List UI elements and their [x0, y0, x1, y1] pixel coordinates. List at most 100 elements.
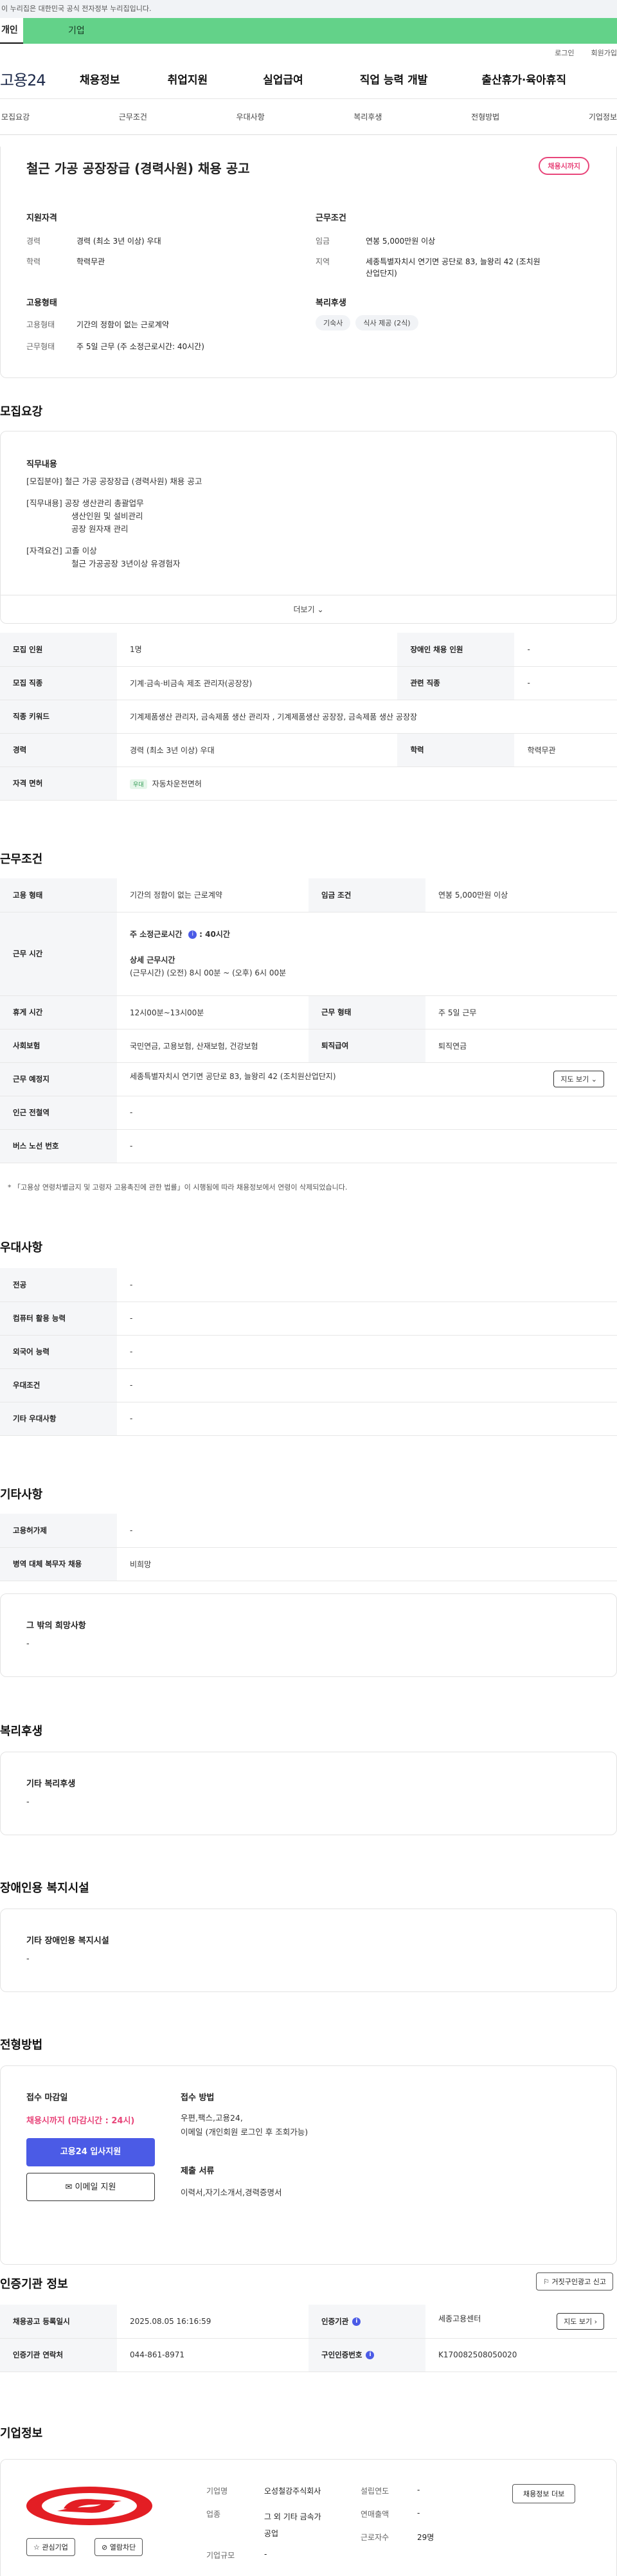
table-row: 전공 -	[0, 1268, 617, 1302]
welfare-section-heading: 복리후생	[0, 1725, 43, 1738]
gnb-item-vocational-training[interactable]: 직업 능력 개발	[360, 71, 428, 87]
recruit-table: 모집 인원 1명 장애인 채용 인원 - 모집 직종 기계·금속·비금속 제조 관리자…	[0, 633, 617, 801]
table-row: 근무 예정지 세종특별자치시 연기면 공단로 83, 늘왕리 42 (조치원산업…	[0, 1062, 617, 1096]
table-row: 채용공고 등록일시 2025.08.05 16:16:59 인증기관 i 세종고용센…	[0, 2305, 617, 2339]
apply-card: 접수 마감일 채용시까지 (마감시간 : 24시) 고용24 입사지원 ✉ 이메…	[0, 2065, 617, 2265]
mail-icon: ✉	[65, 2182, 73, 2192]
deadline-value: 채용시까지 (마감시간 : 24시)	[26, 2116, 135, 2126]
job-title: 철근 가공 공장장급 (경력사원) 채용 공고	[26, 161, 250, 176]
conditions-table: 고용 형태 기간의 정함이 없는 근로계약 임금 조건 연봉 5,000만원 이상 …	[0, 878, 617, 1163]
table-row: 직종 키워드 기계제품생산 관리자, 금속제품 생산 관리자 , 기계제품생산 공…	[0, 700, 617, 734]
other-wishes-card: 그 밖의 희망사항 -	[0, 1593, 617, 1677]
map-button[interactable]: 지도 보기 ⌄	[553, 1071, 604, 1087]
anchor-preference[interactable]: 우대사항	[237, 111, 265, 122]
table-row: 경력 경력 (최소 3년 이상) 우대 학력 학력무관	[0, 733, 617, 767]
chevron-down-icon: ⌄	[591, 1075, 597, 1084]
gnb-item-unemployment-benefit[interactable]: 실업급여	[263, 71, 303, 87]
table-row: 휴게 시간 12시00분~13시00분 근무 형태 주 5일 근무	[0, 995, 617, 1029]
star-icon: ☆	[33, 2543, 40, 2552]
table-row: 컴퓨터 활용 능력 -	[0, 1302, 617, 1336]
gnb-item-employment-support[interactable]: 취업지원	[168, 71, 208, 87]
company-heading: 기업정보	[0, 2427, 43, 2440]
table-row: 모집 직종 기계·금속·비금속 제조 관리자(공장장) 관련 직종 -	[0, 666, 617, 700]
tab-corporate[interactable]: 기업	[23, 18, 617, 44]
table-row: 병역 대체 복무자 채용 비희망	[0, 1547, 617, 1581]
table-row: 근무 시간 주 소정근로시간 i : 40시간 상세 근무시간 (근무시간) (…	[0, 912, 617, 996]
gnb-item-maternity-leave[interactable]: 출산휴가·육아휴직	[481, 71, 566, 87]
chevron-down-icon: ⌄	[317, 605, 324, 614]
shift-row: 근무형태 주 5일 근무 (주 소정근로시간: 40시간)	[26, 342, 204, 351]
apply-docs: 이력서,자기소개서,경력증명서	[181, 2188, 282, 2197]
summary-heading: 모집요강	[0, 405, 43, 419]
preference-table: 전공 - 컴퓨터 활용 능력 - 외국어 능력 - 우대조건 - 기타 우대사항 -	[0, 1268, 617, 1436]
welfare-heading: 복리후생	[316, 298, 346, 308]
chevron-right-icon: ›	[594, 2317, 597, 2326]
table-row: 자격 면허 우대 자동차운전면허	[0, 766, 617, 801]
table-row: 인증기관 연락처 044-861-8971 구인인증번호 i K1700825080…	[0, 2338, 617, 2372]
gov-banner: 이 누리집은 대한민국 공식 전자정부 누리집입니다.	[0, 0, 617, 18]
block-icon: ⊘	[102, 2543, 108, 2552]
disabled-facility-heading: 장애인용 복지시설	[0, 1882, 89, 1895]
table-row: 버스 노선 번호 -	[0, 1129, 617, 1163]
welfare-card: 기타 복리후생 -	[0, 1752, 617, 1835]
email-apply-button[interactable]: ✉ 이메일 지원	[26, 2173, 155, 2201]
company-jobs-more-button[interactable]: 채용정보 더보	[512, 2484, 576, 2503]
anchor-welfare[interactable]: 복리후생	[353, 111, 382, 122]
summary-text: [모집분야] 철근 가공 공장장급 (경력사원) 채용 공고 [직무내용] 공장…	[26, 476, 202, 568]
edu-row: 학력 학력무관	[26, 257, 105, 266]
member-type-tabs: 개인 기업	[0, 18, 617, 44]
table-row: 고용허가제 -	[0, 1514, 617, 1548]
block-view-button[interactable]: ⊘ 열람차단	[94, 2538, 143, 2556]
type-row: 고용형태 기간의 정함이 없는 근로계약	[26, 320, 169, 329]
org-map-button[interactable]: 지도 보기 ›	[557, 2312, 604, 2330]
login-link[interactable]: 로그인	[555, 49, 574, 57]
duty-heading: 직무내용	[26, 460, 57, 469]
age-notice: * 「고용상 연령차별금지 및 고령자 고용촉진에 관한 법률」이 시행됨에 따…	[8, 1183, 348, 1192]
anchor-summary[interactable]: 모집요강	[1, 111, 30, 122]
preference-heading: 우대사항	[0, 1241, 43, 1255]
career-row: 경력 경력 (최소 3년 이상) 우대	[26, 237, 161, 246]
info-icon[interactable]: i	[352, 2317, 361, 2326]
utility-links: 로그인 회원가입	[0, 44, 617, 59]
anchor-conditions[interactable]: 근무조건	[119, 111, 147, 122]
table-row: 모집 인원 1명 장애인 채용 인원 -	[0, 633, 617, 667]
etc-heading: 기타사항	[0, 1488, 43, 1501]
table-row: 인근 전철역 -	[0, 1096, 617, 1130]
welfare-chip: 식사 제공 (2식)	[355, 315, 418, 331]
interest-company-button[interactable]: ☆ 관심기업	[26, 2538, 75, 2556]
welfare-chip: 기숙사	[316, 315, 351, 331]
apply-method: 우편,팩스,고용24, 이메일 (개인회원 로그인 후 조회가능)	[181, 2113, 308, 2137]
info-icon[interactable]: i	[366, 2351, 375, 2359]
info-icon[interactable]: i	[188, 930, 197, 939]
welfare-chips: 기숙사 식사 제공 (2식)	[316, 315, 424, 331]
anchor-company[interactable]: 기업정보	[589, 111, 617, 122]
cert-heading: 인증기관 정보	[0, 2278, 68, 2291]
etc-table: 고용허가제 - 병역 대체 복무자 채용 비희망	[0, 1514, 617, 1581]
table-row: 고용 형태 기간의 정함이 없는 근로계약 임금 조건 연봉 5,000만원 이상	[0, 878, 617, 912]
summary-card: 직무내용 [모집분야] 철근 가공 공장장급 (경력사원) 채용 공고 [직무내…	[0, 431, 617, 624]
table-row: 사회보험 국민연금, 고용보험, 산재보험, 건강보험 퇴직급여 퇴직연금	[0, 1029, 617, 1063]
apply-button[interactable]: 고용24 입사지원	[26, 2138, 155, 2166]
type-heading: 고용형태	[26, 298, 57, 308]
report-false-ad-button[interactable]: ⚐ 거짓구인광고 신고	[536, 2272, 613, 2290]
gnb-item-jobs[interactable]: 채용정보	[80, 71, 120, 87]
table-row: 외국어 능력 -	[0, 1335, 617, 1369]
tab-personal[interactable]: 개인	[0, 18, 23, 44]
join-link[interactable]: 회원가입	[591, 49, 617, 57]
disabled-facility-card: 기타 장애인용 복지시설 -	[0, 1909, 617, 1992]
section-anchor-nav: 모집요강 근무조건 우대사항 복리후생 전형방법 기업정보	[0, 99, 617, 135]
anchor-apply[interactable]: 전형방법	[471, 111, 499, 122]
job-overview-card: 철근 가공 공장장급 (경력사원) 채용 공고 채용시까지 지원자격 경력 경력 …	[0, 147, 617, 378]
global-nav: 고용24 채용정보 취업지원 실업급여 직업 능력 개발 출산휴가·육아휴직	[0, 59, 617, 99]
preferred-badge: 우대	[130, 779, 147, 789]
cert-table: 채용공고 등록일시 2025.08.05 16:16:59 인증기관 i 세종고용센…	[0, 2305, 617, 2372]
report-icon: ⚐	[543, 2278, 550, 2286]
site-logo[interactable]: 고용24	[0, 68, 80, 90]
company-card: ☆ 관심기업 ⊘ 열람차단 기업명 오성철강주식회사 업종 그 외 기타 금속가…	[0, 2459, 617, 2576]
cond-heading: 근무조건	[316, 213, 346, 223]
status-badge: 채용시까지	[539, 157, 589, 175]
conditions-heading: 근무조건	[0, 853, 43, 866]
company-logo	[26, 2487, 152, 2525]
more-button[interactable]: 더보기 ⌄	[1, 595, 616, 623]
region-row: 지역 세종특별자치시 연기면 공단로 83, 늘왕리 42 (조치원 산업단지)	[316, 257, 541, 278]
